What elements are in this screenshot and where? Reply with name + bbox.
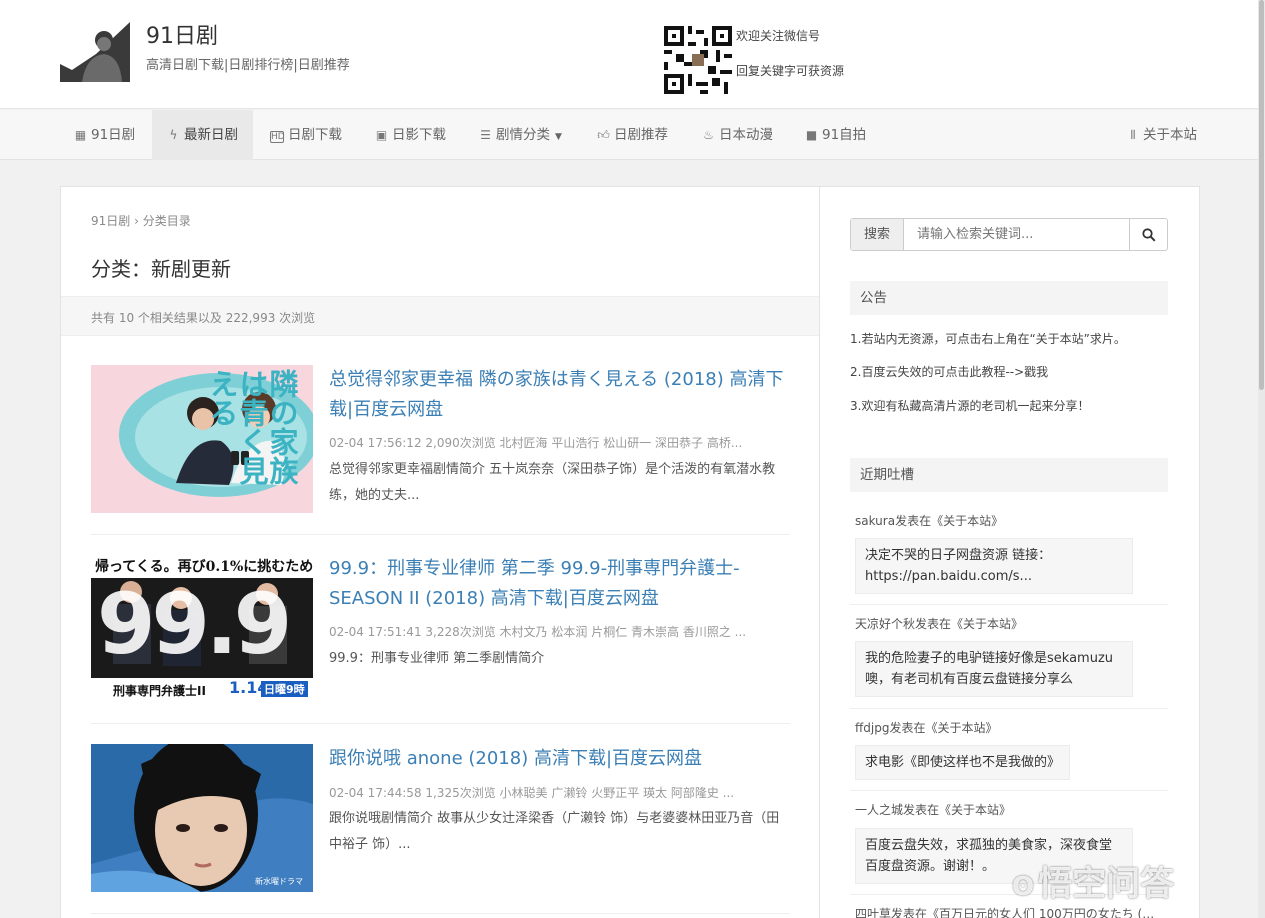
site-header: 91日剧 高清日剧下载|日剧排行榜|日剧推荐 欢迎关注微信号 回复关键字可获资源: [0, 0, 1258, 109]
hd-icon: HD: [270, 131, 285, 143]
post-item: 帰ってくる。再び0.1%に挑むために。 99.9 刑事専門弁護士II 1.14 …: [91, 554, 790, 724]
grid-icon: ▦: [74, 128, 87, 142]
search-input[interactable]: [905, 219, 1129, 250]
thumbs-up-icon: 👍︎: [597, 128, 610, 142]
nav-item-home[interactable]: ▦ 91日剧: [60, 110, 149, 160]
comment-divider: [850, 708, 1168, 709]
breadcrumb-current: 分类目录: [142, 214, 191, 228]
nav-item-recommend[interactable]: 👍︎ 日剧推荐: [583, 110, 682, 160]
site-title[interactable]: 91日剧: [146, 18, 218, 50]
comment-text[interactable]: 决定不哭的日子网盘资源 链接：https://pan.baidu.com/s..…: [855, 538, 1133, 594]
nav-item-movie-download[interactable]: ▣ 日影下载: [361, 110, 460, 160]
comment-divider: [850, 790, 1168, 791]
search-icon: [1141, 228, 1156, 242]
nav-item-latest[interactable]: ϟ 最新日剧: [152, 110, 253, 160]
qr-code-image: [664, 26, 732, 94]
post-item: 新水曜ドラマ 跟你说哦 anone (2018) 高清下载|百度云网盘 02-0…: [91, 744, 790, 914]
post-excerpt: 总觉得邻家更幸福剧情简介 五十岚奈奈（深田恭子饰）是个活泼的有氧潜水教练，她的丈…: [329, 462, 776, 503]
post-title-link[interactable]: 总觉得邻家更幸福 隣の家族は青く見える (2018) 高清下载|百度云网盘: [329, 365, 789, 425]
post-excerpt: 99.9：刑事专业律师 第二季剧情简介: [329, 651, 545, 666]
post-thumbnail[interactable]: 新水曜ドラマ: [91, 744, 313, 892]
nav-item-about[interactable]: ⦀ 关于本站: [1112, 110, 1211, 160]
page-title: 分类：新剧更新: [91, 257, 231, 281]
thumbnail-subtitle: 刑事専門弁護士II: [113, 684, 206, 698]
video-camera-icon: ■: [805, 128, 818, 142]
site-logo[interactable]: [60, 14, 130, 82]
notice-widget-title: 公告: [850, 281, 1168, 315]
post-meta: 02-04 17:51:41 3,228次浏览 木村文乃 松本润 片桐仁 青木崇…: [329, 625, 747, 639]
caret-down-icon: ▼: [555, 132, 562, 142]
comment-author[interactable]: 天凉好个秋发表在《关于本站》: [855, 615, 1023, 632]
comment-author[interactable]: 一人之城发表在《关于本站》: [855, 801, 1011, 818]
post-title-link[interactable]: 99.9：刑事专业律师 第二季 99.9-刑事専門弁護士-SEASON II (…: [329, 554, 789, 614]
post-excerpt: 跟你说哦剧情简介 故事从少女辻泽梁香（广濑铃 饰）与老婆婆林田亚乃音（田中裕子 …: [329, 811, 780, 852]
main-nav: ▦ 91日剧 ϟ 最新日剧 HD 日剧下载 ▣ 日影下载 ☰ 剧情分类 ▼ 👍︎ 日剧推荐 ♨…: [0, 110, 1258, 160]
list-icon: ☰: [480, 128, 491, 142]
post-thumbnail[interactable]: 隣の家族は青く見える: [91, 365, 313, 513]
comment-author[interactable]: sakura发表在《关于本站》: [855, 512, 1003, 529]
post-title-link[interactable]: 跟你说哦 anone (2018) 高清下载|百度云网盘: [329, 744, 789, 774]
film-icon: ▣: [375, 128, 388, 142]
fire-icon: ♨: [703, 128, 714, 142]
stats-bar: 共有 10 个相关结果以及 222,993 次浏览: [61, 296, 819, 336]
comment-author[interactable]: ffdjpg发表在《关于本站》: [855, 719, 997, 736]
thumbnail-caption: 新水曜ドラマ: [255, 877, 303, 886]
site-description: 高清日剧下载|日剧排行榜|日剧推荐: [146, 58, 350, 73]
main-content: 91日剧 › 分类目录 分类：新剧更新 共有 10 个相关结果以及 222,99…: [60, 186, 820, 918]
nav-item-selfie[interactable]: ■ 91自拍: [791, 110, 880, 160]
post-item: 隣の家族は青く見える 总觉得邻家更幸福 隣の家族は青く見える (2018) 高清…: [91, 365, 790, 535]
qr-caption-keyword: 回复关键字可获资源: [736, 64, 845, 78]
watermark: ʘ 悟空问答: [1012, 864, 1175, 904]
breadcrumb-home[interactable]: 91日剧: [91, 214, 130, 228]
thumbnail-timeslot: 日曜9時: [261, 681, 308, 697]
notice-item[interactable]: 2.百度云失效的可点击此教程-->戳我: [850, 363, 1048, 380]
breadcrumb: 91日剧 › 分类目录: [91, 212, 191, 229]
notice-item: 1.若站内无资源，可点击右上角在“关于本站”求片。: [850, 332, 1126, 346]
scrollbar-thumb[interactable]: [1259, 0, 1264, 390]
thumbnail-big-number: 99.9: [97, 575, 292, 673]
thumbnail-tagline: 帰ってくる。再び0.1%に挑むために。: [95, 559, 313, 575]
bolt-icon: ϟ: [169, 128, 178, 142]
post-meta: 02-04 17:56:12 2,090次浏览 北村匠海 平山浩行 松山研一 深…: [329, 436, 743, 450]
notice-item: 3.欢迎有私藏高清片源的老司机一起来分享！: [850, 399, 1090, 413]
comment-author[interactable]: 四叶草发表在《百万日元的女人们 100万円の女たち (2...: [855, 905, 1155, 918]
sidebar: 搜索 公告 1.若站内无资源，可点击右上角在“关于本站”求片。 2.百度云失效的…: [819, 186, 1200, 918]
stats-text: 共有 10 个相关结果以及 222,993 次浏览: [91, 311, 316, 325]
nav-item-anime[interactable]: ♨ 日本动漫: [688, 110, 787, 160]
nav-item-categories[interactable]: ☰ 剧情分类 ▼: [465, 110, 576, 160]
thumbnail-title-text: 隣の家族は青く見える: [205, 369, 299, 485]
search-button[interactable]: [1129, 219, 1167, 250]
comments-widget-title: 近期吐槽: [850, 458, 1168, 492]
post-thumbnail[interactable]: 帰ってくる。再び0.1%に挑むために。 99.9 刑事専門弁護士II 1.14 …: [91, 554, 313, 702]
barcode-icon: ⦀: [1130, 128, 1135, 142]
nav-item-drama-download[interactable]: HD 日剧下载: [256, 110, 356, 160]
search-form: 搜索: [850, 218, 1168, 251]
watermark-logo-icon: ʘ: [1012, 872, 1035, 902]
post-meta: 02-04 17:44:58 1,325次浏览 小林聪美 广濑铃 火野正平 瑛太…: [329, 786, 735, 800]
comment-text[interactable]: 我的危险妻子的电驴链接好像是sekamuzu噢，有老司机有百度云盘链接分享么: [855, 641, 1133, 697]
comment-divider: [850, 604, 1168, 605]
breadcrumb-separator: ›: [134, 214, 139, 228]
search-label: 搜索: [851, 219, 904, 250]
qr-caption-follow: 欢迎关注微信号: [736, 29, 821, 43]
comment-text[interactable]: 求电影《即使这样也不是我做的》: [855, 745, 1071, 780]
